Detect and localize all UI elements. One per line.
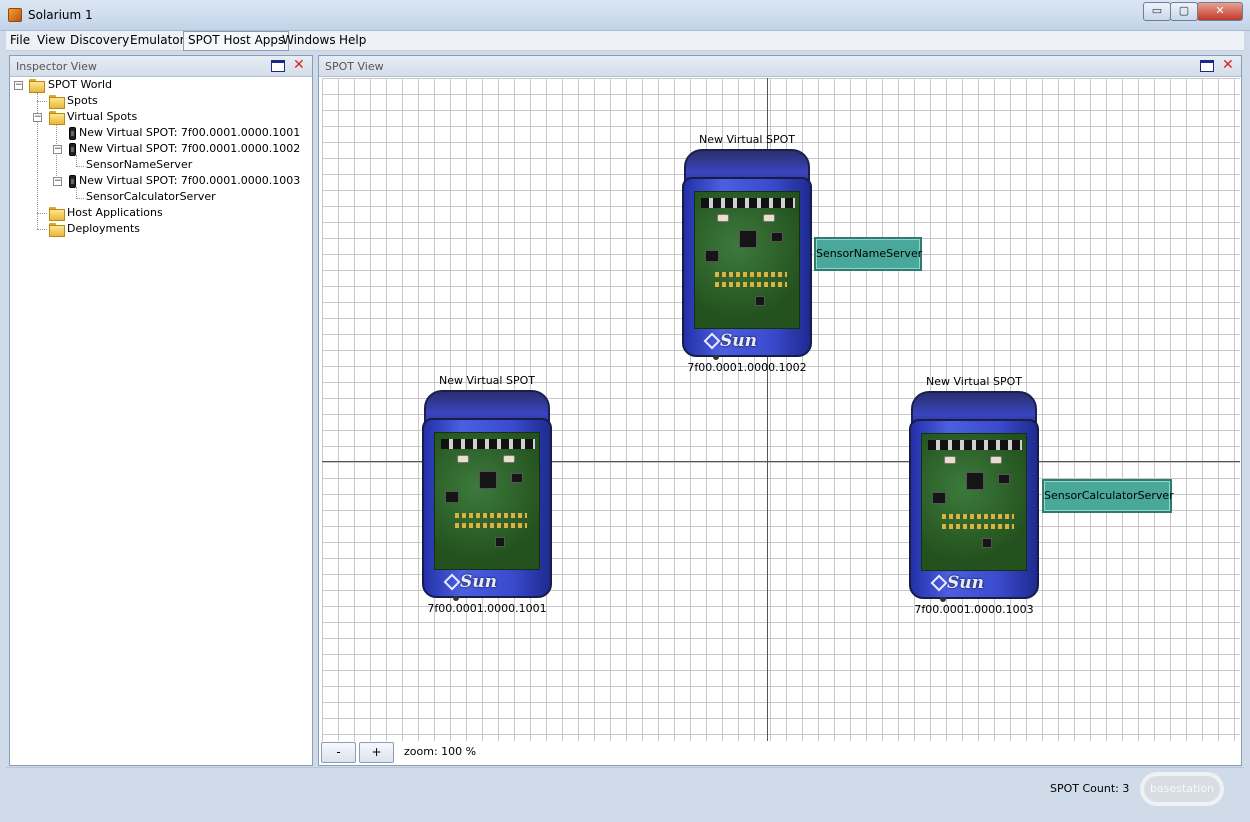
tree-guide xyxy=(37,213,47,214)
maximize-panel-icon[interactable] xyxy=(271,60,285,72)
close-panel-icon[interactable]: ✕ xyxy=(293,58,305,73)
tree-guide xyxy=(37,229,47,230)
spot-address-label: 7f00.0001.0000.1002 xyxy=(687,361,807,374)
tree-item-spot-1003[interactable]: New Virtual SPOT: 7f00.0001.0000.1003 xyxy=(79,173,300,189)
menu-emulator[interactable]: Emulator xyxy=(126,31,189,51)
spot-device-icon xyxy=(69,143,76,156)
spot-name-label: New Virtual SPOT xyxy=(439,374,535,387)
tree-item-spot-1001[interactable]: New Virtual SPOT: 7f00.0001.0000.1001 xyxy=(79,125,300,141)
app-icon xyxy=(8,8,22,22)
folder-icon xyxy=(48,207,65,221)
title-bar: Solarium 1 ▭ ▢ ✕ xyxy=(0,0,1250,31)
zoom-in-button[interactable]: + xyxy=(359,742,394,763)
collapse-toggle[interactable]: − xyxy=(14,81,23,90)
spot-device-image: Sun xyxy=(682,149,812,360)
tree-item-sensor-name-server[interactable]: SensorNameServer xyxy=(86,157,192,173)
app-sensor-name-server[interactable]: SensorNameServer xyxy=(814,237,922,271)
sun-logo: Sun xyxy=(720,331,757,351)
spot-count: SPOT Count: 3 xyxy=(1050,782,1130,795)
tree-guide xyxy=(76,166,84,167)
app-sensor-calculator-server[interactable]: SensorCalculatorServer xyxy=(1042,479,1174,513)
tree-item-deployments[interactable]: Deployments xyxy=(67,221,140,237)
zoom-out-button[interactable]: - xyxy=(321,742,356,763)
menu-spot-host-apps[interactable]: SPOT Host Apps xyxy=(183,31,290,51)
spot-device-image: Sun xyxy=(422,390,552,601)
tree-item-spot-world[interactable]: SPOT World xyxy=(48,77,112,93)
menu-view[interactable]: View xyxy=(33,31,69,51)
spot-view-header: SPOT View ✕ xyxy=(319,56,1241,77)
close-panel-icon[interactable]: ✕ xyxy=(1222,58,1234,73)
collapse-toggle[interactable]: − xyxy=(53,145,62,154)
spot-view-panel: SPOT View ✕ New Virtual SPOT Sun 7f00.00… xyxy=(318,55,1242,766)
inspector-title: Inspector View xyxy=(16,60,97,73)
spot-device-image: Sun xyxy=(909,391,1039,602)
spot-address-label: 7f00.0001.0000.1003 xyxy=(914,603,1034,616)
menu-help[interactable]: Help xyxy=(335,31,370,51)
inspector-view-panel: Inspector View ✕ − SPOT World Spots − Vi… xyxy=(9,55,313,766)
tree-item-host-applications[interactable]: Host Applications xyxy=(67,205,163,221)
tree-item-spot-1002[interactable]: New Virtual SPOT: 7f00.0001.0000.1002 xyxy=(79,141,300,157)
menu-windows[interactable]: Windows xyxy=(278,31,340,51)
tree-guide xyxy=(76,198,84,199)
spot-device-icon xyxy=(69,175,76,188)
status-bar: SPOT Count: 3 basestation xyxy=(6,767,1244,809)
tree-item-sensor-calculator-server[interactable]: SensorCalculatorServer xyxy=(86,189,216,205)
spot-canvas[interactable]: New Virtual SPOT Sun 7f00.0001.0000.1002… xyxy=(322,78,1240,741)
collapse-toggle[interactable]: − xyxy=(53,177,62,186)
folder-icon xyxy=(48,95,65,109)
spot-device-icon xyxy=(69,127,76,140)
maximize-panel-icon[interactable] xyxy=(1200,60,1214,72)
basestation-indicator[interactable]: basestation xyxy=(1144,776,1220,802)
menu-file[interactable]: File xyxy=(6,31,34,51)
minimize-button[interactable]: ▭ xyxy=(1143,2,1171,21)
tree-guide xyxy=(37,101,47,102)
tree-guide xyxy=(56,124,57,184)
maximize-button[interactable]: ▢ xyxy=(1170,2,1198,21)
folder-open-icon xyxy=(48,111,65,125)
tree-item-virtual-spots[interactable]: Virtual Spots xyxy=(67,109,137,125)
zoom-level: zoom: 100 % xyxy=(404,745,477,758)
close-button[interactable]: ✕ xyxy=(1197,2,1243,21)
folder-open-icon xyxy=(28,79,45,93)
menu-discovery[interactable]: Discovery xyxy=(66,31,133,51)
window-title: Solarium 1 xyxy=(28,8,93,22)
folder-icon xyxy=(48,223,65,237)
sun-logo: Sun xyxy=(460,572,497,592)
spot-view-title: SPOT View xyxy=(325,60,384,73)
spot-name-label: New Virtual SPOT xyxy=(926,375,1022,388)
menu-bar: File View Discovery Emulator SPOT Host A… xyxy=(6,31,1244,51)
spot-address-label: 7f00.0001.0000.1001 xyxy=(427,602,547,615)
inspector-header: Inspector View ✕ xyxy=(10,56,312,77)
sun-logo: Sun xyxy=(947,573,984,593)
collapse-toggle[interactable]: − xyxy=(33,113,42,122)
tree-item-spots[interactable]: Spots xyxy=(67,93,98,109)
spot-name-label: New Virtual SPOT xyxy=(699,133,795,146)
